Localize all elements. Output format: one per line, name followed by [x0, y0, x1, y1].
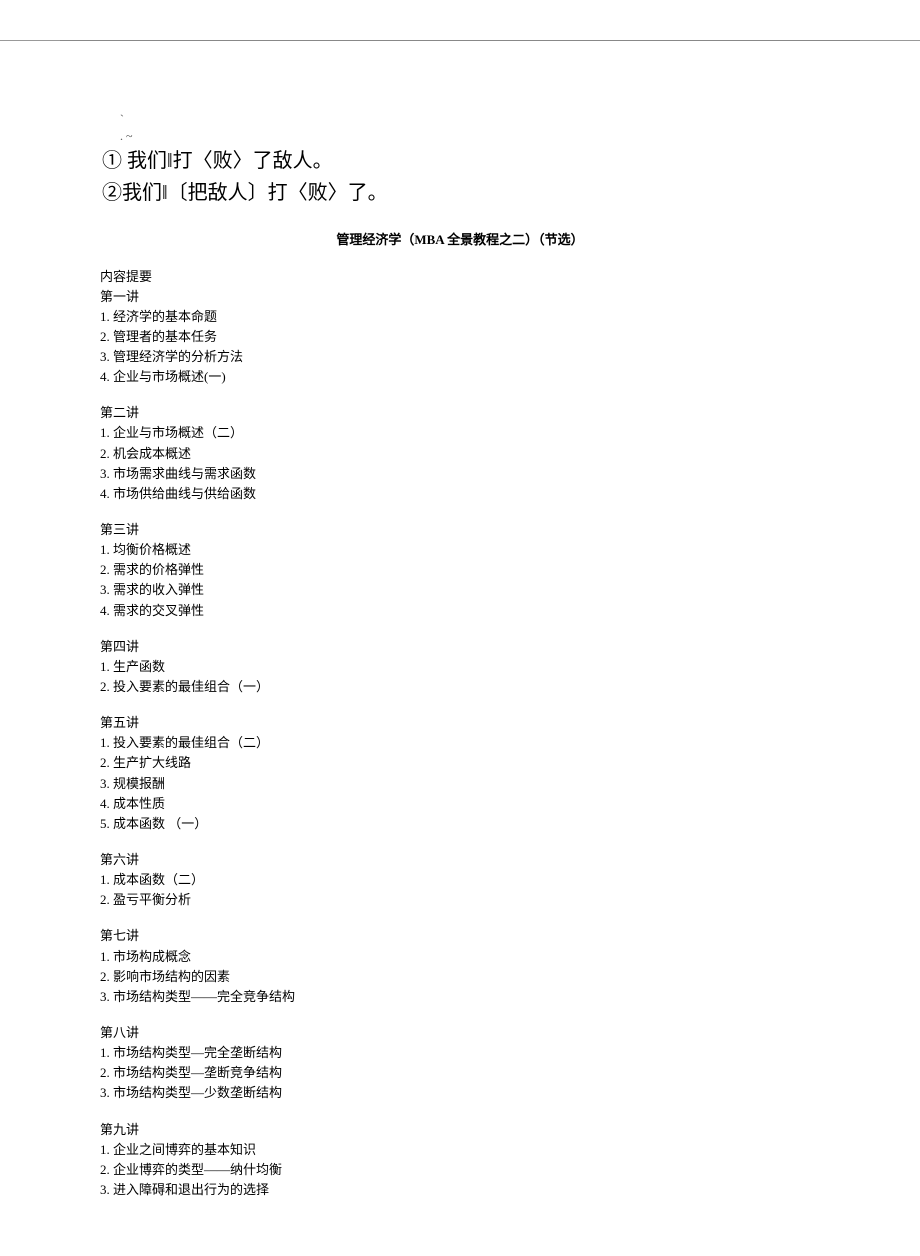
lecture-item: 2. 管理者的基本任务: [100, 327, 820, 347]
lecture-title: 第二讲: [100, 403, 820, 423]
lecture-title: 第七讲: [100, 926, 820, 946]
lecture-item: 1. 生产函数: [100, 657, 820, 677]
lecture-item: 3. 市场结构类型—少数垄断结构: [100, 1083, 820, 1103]
lecture-item: 2. 投入要素的最佳组合（一）: [100, 677, 820, 697]
lecture-title: 第六讲: [100, 850, 820, 870]
lecture-block: 第二讲1. 企业与市场概述（二）2. 机会成本概述3. 市场需求曲线与需求函数4…: [100, 403, 820, 504]
lecture-title: 第五讲: [100, 713, 820, 733]
tiny-mark-2: . ~: [100, 128, 820, 145]
lecture-item: 1. 成本函数（二）: [100, 870, 820, 890]
lecture-title: 第九讲: [100, 1120, 820, 1140]
lecture-title: 第八讲: [100, 1023, 820, 1043]
lecture-title: 第三讲: [100, 520, 820, 540]
lecture-block: 第九讲1. 企业之间博弈的基本知识2. 企业博弈的类型——纳什均衡3. 进入障碍…: [100, 1120, 820, 1201]
lecture-block: 第四讲1. 生产函数2. 投入要素的最佳组合（一）: [100, 637, 820, 697]
lecture-item: 1. 均衡价格概述: [100, 540, 820, 560]
document-page: ` . ~ ① 我们‖打〈败〉了敌人。 ②我们‖〔把敌人〕打〈败〉了。 管理经济…: [0, 40, 920, 1256]
lecture-item: 3. 规模报酬: [100, 774, 820, 794]
example-sentence-1: ① 我们‖打〈败〉了敌人。: [100, 145, 820, 177]
example-sentence-2: ②我们‖〔把敌人〕打〈败〉了。: [100, 177, 820, 209]
lecture-item: 5. 成本函数 （一）: [100, 814, 820, 834]
lecture-block: 第七讲1. 市场构成概念2. 影响市场结构的因素3. 市场结构类型——完全竞争结…: [100, 926, 820, 1007]
tiny-mark-1: `: [100, 111, 820, 128]
lecture-item: 4. 需求的交叉弹性: [100, 601, 820, 621]
lecture-item: 2. 盈亏平衡分析: [100, 890, 820, 910]
lecture-item: 1. 市场结构类型—完全垄断结构: [100, 1043, 820, 1063]
lecture-item: 2. 影响市场结构的因素: [100, 967, 820, 987]
toc-label: 内容提要: [100, 266, 820, 285]
lecture-item: 1. 企业之间博弈的基本知识: [100, 1140, 820, 1160]
lectures-container: 第一讲1. 经济学的基本命题2. 管理者的基本任务3. 管理经济学的分析方法4.…: [100, 287, 820, 1200]
lecture-item: 3. 需求的收入弹性: [100, 580, 820, 600]
lecture-item: 2. 机会成本概述: [100, 444, 820, 464]
lecture-item: 4. 市场供给曲线与供给函数: [100, 484, 820, 504]
lecture-title: 第一讲: [100, 287, 820, 307]
lecture-item: 3. 市场需求曲线与需求函数: [100, 464, 820, 484]
lecture-item: 4. 企业与市场概述(一): [100, 367, 820, 387]
lecture-block: 第三讲1. 均衡价格概述2. 需求的价格弹性3. 需求的收入弹性4. 需求的交叉…: [100, 520, 820, 621]
top-horizontal-rule: [60, 40, 860, 41]
example-block: ` . ~ ① 我们‖打〈败〉了敌人。 ②我们‖〔把敌人〕打〈败〉了。: [100, 111, 820, 209]
lecture-item: 2. 生产扩大线路: [100, 753, 820, 773]
lecture-item: 4. 成本性质: [100, 794, 820, 814]
document-title: 管理经济学（MBA 全景教程之二）（节选）: [100, 229, 820, 248]
lecture-title: 第四讲: [100, 637, 820, 657]
lecture-item: 3. 管理经济学的分析方法: [100, 347, 820, 367]
lecture-item: 1. 市场构成概念: [100, 947, 820, 967]
lecture-item: 1. 投入要素的最佳组合（二）: [100, 733, 820, 753]
lecture-item: 3. 市场结构类型——完全竞争结构: [100, 987, 820, 1007]
lecture-item: 2. 市场结构类型—垄断竞争结构: [100, 1063, 820, 1083]
lecture-block: 第六讲1. 成本函数（二）2. 盈亏平衡分析: [100, 850, 820, 910]
lecture-block: 第八讲1. 市场结构类型—完全垄断结构2. 市场结构类型—垄断竞争结构3. 市场…: [100, 1023, 820, 1104]
lecture-block: 第五讲1. 投入要素的最佳组合（二）2. 生产扩大线路3. 规模报酬4. 成本性…: [100, 713, 820, 834]
lecture-item: 3. 进入障碍和退出行为的选择: [100, 1180, 820, 1200]
lecture-block: 第一讲1. 经济学的基本命题2. 管理者的基本任务3. 管理经济学的分析方法4.…: [100, 287, 820, 388]
lecture-item: 1. 企业与市场概述（二）: [100, 423, 820, 443]
lecture-item: 1. 经济学的基本命题: [100, 307, 820, 327]
lecture-item: 2. 需求的价格弹性: [100, 560, 820, 580]
lecture-item: 2. 企业博弈的类型——纳什均衡: [100, 1160, 820, 1180]
